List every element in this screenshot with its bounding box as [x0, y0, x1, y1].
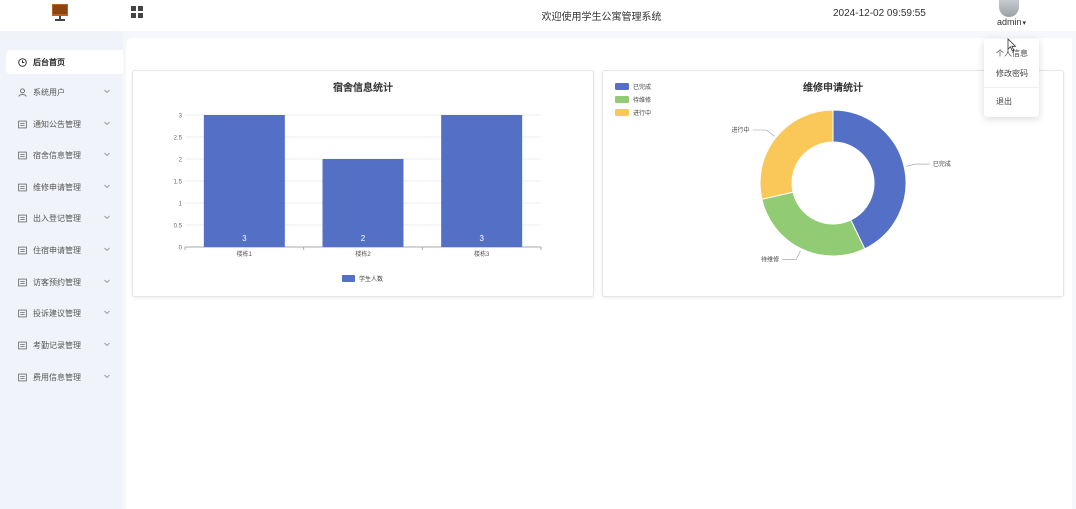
- bar-value-label: 3: [479, 234, 484, 243]
- username-label: admin: [997, 17, 1022, 27]
- list-icon: [18, 214, 27, 223]
- dorm-stats-bar-chart: 宿舍信息统计 0 0.5 1 1.5 2 2.5 3 3 楼栋1 2 楼栋2 3 楼栋3 学生人数: [174, 81, 542, 283]
- sidebar-item-dorm-info[interactable]: 宿舍信息管理: [6, 143, 123, 167]
- sidebar-item-label: 投诉建议管理: [33, 308, 81, 318]
- chevron-down-icon: ▾: [1022, 20, 1027, 27]
- slice-label-line: [782, 250, 801, 260]
- list-icon: [18, 151, 27, 160]
- list-icon: [18, 278, 27, 287]
- y-tick-label: 0: [179, 246, 183, 252]
- sidebar-item-complaints[interactable]: 投诉建议管理: [6, 301, 123, 325]
- legend-swatch: [615, 96, 629, 103]
- donut-slice: [761, 191, 866, 257]
- sidebar-item-notices[interactable]: 通知公告管理: [6, 112, 123, 136]
- legend-label: 已完成: [633, 83, 651, 91]
- bar: [203, 115, 285, 247]
- chart-title: 宿舍信息统计: [333, 81, 393, 94]
- chevron-down-icon: [104, 152, 110, 157]
- slice-label-line: [906, 163, 930, 167]
- slice-label: 进行中: [732, 126, 750, 134]
- chevron-down-icon: [104, 310, 110, 315]
- clock-icon: [18, 57, 27, 67]
- chevron-down-icon: [104, 184, 110, 189]
- user-menu-trigger[interactable]: admin▾: [997, 17, 1026, 27]
- y-tick-label: 3: [179, 114, 183, 120]
- slice-label: 待维修: [761, 256, 779, 264]
- user-icon: [18, 87, 27, 97]
- legend-swatch: [615, 83, 629, 90]
- list-icon: [18, 183, 27, 192]
- current-datetime: 2024-12-02 09:59:55: [833, 8, 926, 19]
- chevron-down-icon: [104, 279, 110, 284]
- x-tick-label: 楼栋3: [474, 250, 490, 258]
- donut-slice: [759, 109, 834, 200]
- sidebar: 后台首页 系统用户 通知公告管理 宿舍信息管理 维修申请管理 出入登记管理 住宿…: [0, 31, 123, 509]
- list-icon: [18, 120, 27, 129]
- sidebar-item-attendance[interactable]: 考勤记录管理: [6, 333, 123, 357]
- legend-label: 学生人数: [359, 275, 383, 283]
- y-tick-label: 1: [179, 202, 183, 208]
- top-header: 欢迎使用学生公寓管理系统 2024-12-02 09:59:55 admin▾: [0, 0, 1076, 31]
- sidebar-item-label: 住宿申请管理: [33, 245, 81, 255]
- x-tick-label: 楼栋2: [355, 250, 371, 258]
- legend-label: 待维修: [633, 96, 651, 104]
- menu-item-logout[interactable]: 退出: [996, 96, 1012, 107]
- sidebar-item-label: 宿舍信息管理: [33, 150, 81, 160]
- chevron-down-icon: [104, 121, 110, 126]
- legend-swatch: [615, 109, 629, 116]
- sidebar-item-repair-requests[interactable]: 维修申请管理: [6, 175, 123, 199]
- sidebar-item-dashboard[interactable]: 后台首页: [6, 50, 123, 74]
- y-tick-label: 2: [179, 158, 183, 164]
- y-tick-label: 1.5: [174, 180, 183, 186]
- y-tick-label: 0.5: [174, 224, 183, 230]
- mouse-cursor-icon: [1007, 38, 1017, 52]
- bar: [441, 115, 523, 247]
- chevron-down-icon: [104, 89, 110, 94]
- x-tick-label: 楼栋1: [237, 250, 253, 258]
- sidebar-item-label: 费用信息管理: [33, 372, 81, 382]
- sidebar-item-fees[interactable]: 费用信息管理: [6, 365, 123, 389]
- list-icon: [18, 373, 27, 382]
- y-tick-label: 2.5: [174, 136, 183, 142]
- sidebar-item-label: 出入登记管理: [33, 213, 81, 223]
- chevron-down-icon: [104, 247, 110, 252]
- bar-value-label: 2: [361, 234, 366, 243]
- sidebar-item-system-users[interactable]: 系统用户: [6, 80, 123, 104]
- list-icon: [18, 246, 27, 255]
- menu-item-change-password[interactable]: 修改密码: [996, 68, 1028, 79]
- list-icon: [18, 309, 27, 318]
- legend-label: 进行中: [633, 109, 651, 117]
- chart-title: 维修申请统计: [803, 81, 863, 94]
- sidebar-item-label: 维修申请管理: [33, 182, 81, 192]
- legend-swatch: [342, 275, 355, 282]
- sidebar-item-lodging-requests[interactable]: 住宿申请管理: [6, 238, 123, 262]
- sidebar-item-label: 通知公告管理: [33, 119, 81, 129]
- list-icon: [18, 341, 27, 350]
- slice-label-line: [752, 129, 775, 137]
- sidebar-item-visitor-appointments[interactable]: 访客预约管理: [6, 270, 123, 294]
- chevron-down-icon: [104, 342, 110, 347]
- sidebar-item-label: 考勤记录管理: [33, 340, 81, 350]
- sidebar-item-entry-exit[interactable]: 出入登记管理: [6, 206, 123, 230]
- chevron-down-icon: [104, 215, 110, 220]
- dorm-stats-chart-card: 宿舍信息统计 0 0.5 1 1.5 2 2.5 3 3 楼栋1 2 楼栋2 3 楼栋3 学生人数: [132, 70, 594, 297]
- slice-label: 已完成: [933, 160, 951, 168]
- menu-divider: [984, 87, 1039, 88]
- chevron-down-icon: [104, 374, 110, 379]
- sidebar-item-label: 系统用户: [33, 87, 65, 97]
- sidebar-item-label: 后台首页: [33, 57, 65, 67]
- bar-value-label: 3: [242, 234, 247, 243]
- sidebar-item-label: 访客预约管理: [33, 277, 81, 287]
